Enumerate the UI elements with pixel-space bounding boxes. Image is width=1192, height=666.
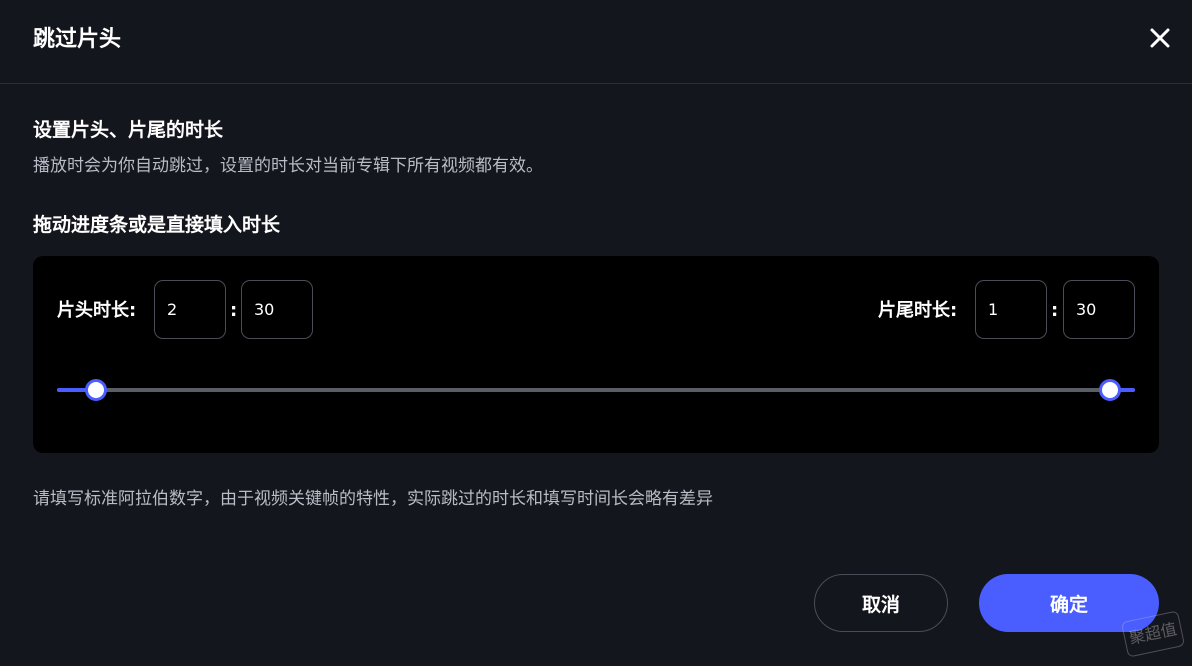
skip-intro-dialog: 跳过片头 设置片头、片尾的时长 播放时会为你自动跳过，设置的时长对当前专辑下所有… bbox=[0, 0, 1192, 666]
intro-duration-label: 片头时长: bbox=[57, 300, 137, 321]
intro-slider-handle[interactable] bbox=[84, 379, 107, 401]
intro-colon: : bbox=[230, 300, 238, 321]
dialog-title: 跳过片头 bbox=[33, 27, 122, 52]
outro-minutes-input[interactable] bbox=[975, 280, 1047, 339]
intro-minutes-input[interactable] bbox=[154, 280, 226, 339]
intro-seconds-input[interactable] bbox=[241, 280, 313, 339]
close-button[interactable] bbox=[1148, 26, 1172, 50]
close-icon bbox=[1150, 28, 1170, 48]
hint-note: 请填写标准阿拉伯数字，由于视频关键帧的特性，实际跳过的时长和填写时间长会略有差异 bbox=[33, 489, 713, 509]
outro-duration-label: 片尾时长: bbox=[878, 300, 958, 321]
outro-colon: : bbox=[1051, 300, 1059, 321]
cancel-button[interactable]: 取消 bbox=[814, 574, 948, 632]
outro-seconds-input[interactable] bbox=[1063, 280, 1135, 339]
section-heading: 设置片头、片尾的时长 bbox=[33, 119, 224, 141]
section-description: 播放时会为你自动跳过，设置的时长对当前专辑下所有视频都有效。 bbox=[33, 156, 543, 176]
dialog-header: 跳过片头 bbox=[0, 0, 1192, 84]
range-slider-track[interactable] bbox=[57, 388, 1135, 392]
drag-heading: 拖动进度条或是直接填入时长 bbox=[33, 214, 281, 236]
